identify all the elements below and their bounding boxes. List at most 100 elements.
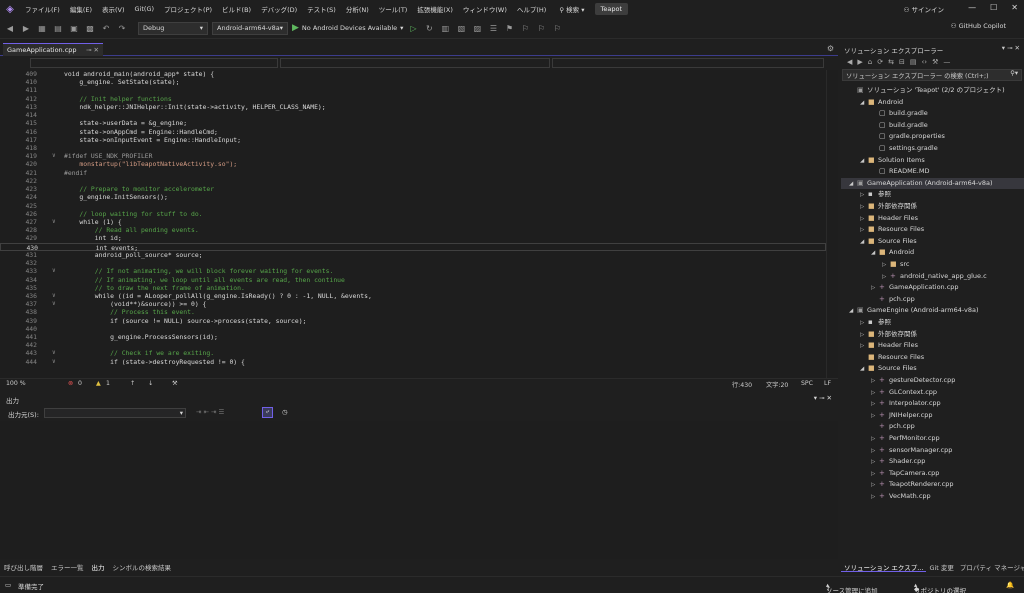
menu-analyze[interactable]: 分析(N) <box>341 4 374 14</box>
close-icon[interactable]: ✕ <box>1011 3 1018 12</box>
fold-chevron-icon[interactable]: ∨ <box>52 292 56 300</box>
code-line[interactable]: 418 <box>0 144 826 152</box>
output-content[interactable] <box>0 421 838 559</box>
forward-icon[interactable]: ▶ <box>20 22 32 34</box>
output-source-select[interactable]: ▾ <box>44 408 186 418</box>
error-count[interactable]: 0 <box>78 380 82 387</box>
tree-node[interactable]: ◢ ■ Android <box>841 97 1024 109</box>
code-editor[interactable]: 409 void android_main(android_app* state)… <box>0 70 838 378</box>
menu-file[interactable]: ファイル(F) <box>20 4 65 14</box>
code-line[interactable]: 421 #endif <box>0 169 826 177</box>
tree-node[interactable]: ◢ ■ Android <box>841 247 1024 259</box>
solution-explorer-search[interactable]: ソリューション エクスプローラー の検索 (Ctrl+;) ⚲▾ <box>842 69 1022 81</box>
code-line[interactable]: 434 // If animating, we loop until all e… <box>0 276 826 284</box>
tree-node[interactable]: ▷ + TeapotRenderer.cpp <box>841 479 1024 491</box>
tree-node[interactable]: ▷ + TapCamera.cpp <box>841 468 1024 480</box>
wrench-icon[interactable]: ⚒ <box>932 58 938 66</box>
code-line[interactable]: 413 ndk_helper::JNIHelper::Init(state->a… <box>0 103 826 111</box>
line-ending-mode[interactable]: LF <box>824 380 831 387</box>
code-line[interactable]: 417 state->onInputEvent = Engine::Handle… <box>0 136 826 144</box>
tree-node[interactable]: + pch.cpp <box>841 294 1024 306</box>
tree-node[interactable]: ▷ + Interpolator.cpp <box>841 398 1024 410</box>
tree-node[interactable]: ▷ ■ src <box>841 259 1024 271</box>
save-icon[interactable]: ▣ <box>68 22 80 34</box>
tab-error-list[interactable]: エラー一覧 <box>47 561 88 572</box>
code-line[interactable]: 412 // Init helper functions <box>0 95 826 103</box>
code-line[interactable]: 420 monstartup("libTeapotNativeActivity.… <box>0 160 826 168</box>
tree-node[interactable]: ▢ gradle.properties <box>841 131 1024 143</box>
new-item-icon[interactable]: ▦ <box>36 22 48 34</box>
code-line[interactable]: 439 if (source != NULL) source->process(… <box>0 317 826 325</box>
tab-solution-explorer[interactable]: ソリューション エクスプ... <box>841 561 927 572</box>
tree-node[interactable]: ▷ ■ Header Files <box>841 213 1024 225</box>
code-line[interactable]: 433 ∨ // If not animating, we will block … <box>0 267 826 275</box>
scope-nav-dropdown[interactable] <box>280 58 550 68</box>
code-line[interactable]: 426 // loop waiting for stuff to do. <box>0 210 826 218</box>
arrow-up-icon[interactable]: ↑ <box>130 380 135 387</box>
start-without-debugging-icon[interactable]: ▷ <box>407 22 419 34</box>
code-line[interactable]: 425 <box>0 202 826 210</box>
toolbar-icon-2[interactable]: ▧ <box>455 22 467 34</box>
code-line[interactable]: 423 // Prepare to monitor accelerometer <box>0 185 826 193</box>
project-nav-dropdown[interactable] <box>30 58 278 68</box>
tree-node[interactable]: ▷ + GLContext.cpp <box>841 387 1024 399</box>
menu-git[interactable]: Git(G) <box>130 5 160 13</box>
forward-icon[interactable]: ▶ <box>857 58 862 66</box>
tree-node[interactable]: ▷ + Shader.cpp <box>841 456 1024 468</box>
code-line[interactable]: 415 state->userData = &g_engine; <box>0 119 826 127</box>
tree-node[interactable]: ▣ ソリューション 'Teapot' (2/2 のプロジェクト) <box>841 85 1024 97</box>
collapse-all-icon[interactable]: ⊟ <box>899 58 905 66</box>
fold-chevron-icon[interactable]: ∨ <box>52 218 56 226</box>
tree-node[interactable]: ▷ + PerfMonitor.cpp <box>841 433 1024 445</box>
code-line[interactable]: 432 <box>0 259 826 267</box>
tab-git-changes[interactable]: Git 変更 <box>926 561 956 572</box>
tree-node[interactable]: ▷ ■ 外部依存関係 <box>841 201 1024 213</box>
settings-gear-icon[interactable]: ⚙ <box>827 44 834 53</box>
select-repository-button[interactable]: ◆ リポジトリの選択 ▴ <box>914 581 966 593</box>
tree-node[interactable]: ◢ ■ Source Files <box>841 236 1024 248</box>
member-nav-dropdown[interactable] <box>552 58 824 68</box>
toolbar-icon-7[interactable]: ⚐ <box>551 22 563 34</box>
menu-help[interactable]: ヘルプ(H) <box>512 4 551 14</box>
open-icon[interactable]: ▤ <box>52 22 64 34</box>
undo-icon[interactable]: ↶ <box>100 22 112 34</box>
code-line[interactable]: 430 int events; <box>0 242 826 252</box>
clock-icon[interactable]: ◷ <box>282 408 288 416</box>
editor-vertical-scrollbar[interactable] <box>826 70 838 378</box>
code-line[interactable]: 442 <box>0 341 826 349</box>
toolbar-icon-3[interactable]: ▨ <box>471 22 483 34</box>
tab-gameapplication-cpp[interactable]: GameApplication.cpp ⊸ ✕ <box>3 43 103 56</box>
zoom-level[interactable]: 100 % <box>6 380 26 387</box>
notifications-icon[interactable]: 🔔 <box>1006 581 1014 589</box>
minimize-icon[interactable]: — <box>968 3 976 12</box>
tree-node[interactable]: ▷ + android_native_app_glue.c <box>841 271 1024 283</box>
code-line[interactable]: 437 ∨ (void**)&source)) >= 0) { <box>0 300 826 308</box>
warning-count[interactable]: 1 <box>106 380 110 387</box>
tree-node[interactable]: ◢ ■ Source Files <box>841 363 1024 375</box>
fold-chevron-icon[interactable]: ∨ <box>52 358 56 366</box>
menu-test[interactable]: テスト(S) <box>302 4 341 14</box>
tab-symbol-search[interactable]: シンボルの検索結果 <box>109 561 176 572</box>
pin-close-icon[interactable]: ⊸ ✕ <box>86 46 99 54</box>
tree-node[interactable]: ▷ + gestureDetector.cpp <box>841 375 1024 387</box>
tree-node[interactable]: ◢ ▣ GameApplication (Android-arm64-v8a) <box>841 177 1024 190</box>
tree-node[interactable]: ▷ ■ Header Files <box>841 340 1024 352</box>
run-button[interactable]: ▶ No Android Devices Available ▾ <box>292 23 403 33</box>
code-view-icon[interactable]: ‹› <box>921 58 927 66</box>
code-line[interactable]: 414 <box>0 111 826 119</box>
search-button[interactable]: ⚲ 検索 ▾ <box>559 4 584 14</box>
toolbar-icon-5[interactable]: ⚑ <box>503 22 515 34</box>
tab-property-manager[interactable]: プロパティ マネージャー <box>957 561 1024 572</box>
tree-node[interactable]: ◢ ▣ GameEngine (Android-arm64-v8a) <box>841 305 1024 317</box>
tree-node[interactable]: ▷ + JNIHelper.cpp <box>841 410 1024 422</box>
code-line[interactable]: 429 int id; <box>0 234 826 242</box>
menu-extensions[interactable]: 拡張機能(X) <box>412 4 458 14</box>
code-cleanup-icon[interactable]: ⚒ <box>172 380 178 387</box>
code-line[interactable]: 436 ∨ while ((id = ALooper_pollAll(g_engi… <box>0 292 826 300</box>
fold-chevron-icon[interactable]: ∨ <box>52 349 56 357</box>
save-all-icon[interactable]: ▩ <box>84 22 96 34</box>
menu-project[interactable]: プロジェクト(P) <box>159 4 217 14</box>
back-icon[interactable]: ◀ <box>4 22 16 34</box>
back-icon[interactable]: ◀ <box>847 58 852 66</box>
github-copilot-button[interactable]: ⚇ GitHub Copilot <box>951 22 1006 30</box>
